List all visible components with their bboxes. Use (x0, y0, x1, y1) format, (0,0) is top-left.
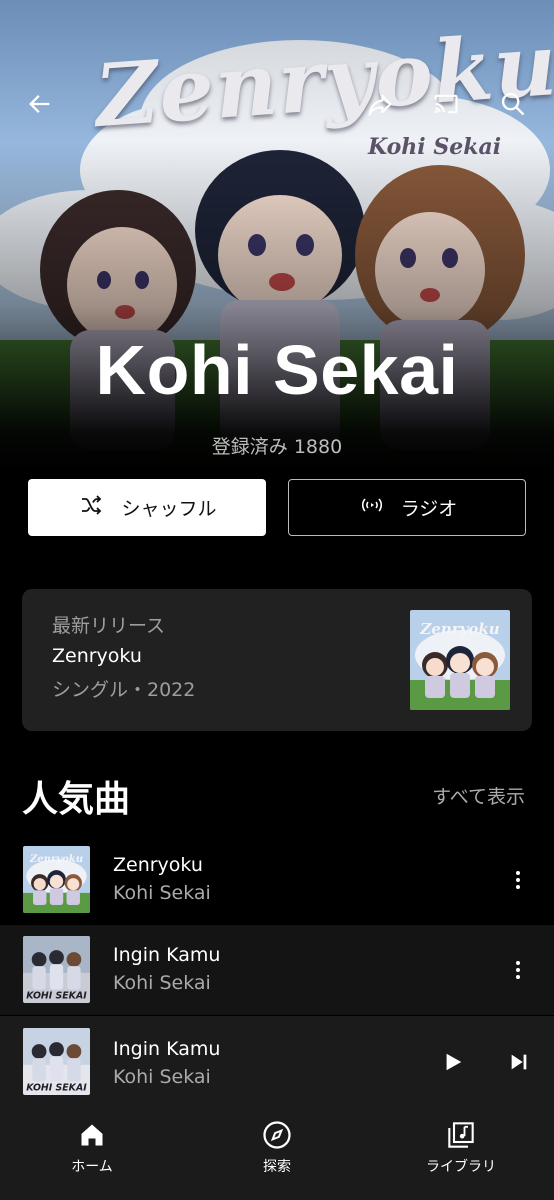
song-cover-text: Zenryoku (29, 854, 83, 865)
banner-logo-subtitle: Kohi Sekai (368, 134, 502, 160)
play-icon[interactable] (437, 1046, 469, 1078)
song-row[interactable]: Zenryoku Zenryoku Kohi Sekai (0, 835, 554, 925)
skip-next-icon[interactable] (503, 1046, 535, 1078)
more-options-icon[interactable] (506, 865, 530, 895)
cast-icon[interactable] (428, 86, 464, 122)
back-arrow-icon[interactable] (22, 86, 58, 122)
nav-label-home: ホーム (71, 1159, 113, 1175)
now-playing-cover-text: KOHI SEKAI (26, 1082, 87, 1093)
artist-banner: Zenryoku Kohi Sekai Kohi Sekai (0, 0, 554, 470)
latest-release-card[interactable]: 最新リリース Zenryoku シングル・2022 Zenryoku (22, 589, 532, 731)
nav-item-home[interactable]: ホーム (32, 1120, 152, 1176)
song-title: Zenryoku (113, 854, 203, 876)
popular-songs-heading: 人気曲 (22, 779, 131, 820)
mini-player[interactable]: KOHI SEKAI Ingin Kamu Kohi Sekai (0, 1016, 554, 1110)
radio-label: ラジオ (400, 498, 458, 520)
now-playing-cover: KOHI SEKAI (23, 1028, 90, 1095)
latest-release-meta: シングル・2022 (52, 679, 196, 701)
latest-release-cover-text: Zenryoku (419, 620, 499, 638)
latest-release-label: 最新リリース (52, 615, 166, 637)
latest-release-title: Zenryoku (52, 645, 142, 667)
shuffle-button[interactable]: シャッフル (28, 479, 266, 536)
home-icon (77, 1120, 107, 1150)
now-playing-title: Ingin Kamu (113, 1038, 221, 1060)
song-cover: KOHI SEKAI (23, 936, 90, 1003)
nav-label-library: ライブラリ (426, 1159, 496, 1175)
song-artist: Kohi Sekai (113, 882, 211, 904)
see-all-link[interactable]: すべて表示 (432, 782, 525, 809)
song-row[interactable]: KOHI SEKAI Ingin Kamu Kohi Sekai (0, 925, 554, 1015)
search-icon[interactable] (495, 86, 531, 122)
artist-name: Kohi Sekai (95, 331, 459, 409)
nav-item-explore[interactable]: 探索 (217, 1120, 337, 1176)
more-options-icon[interactable] (506, 955, 530, 985)
song-cover: Zenryoku (23, 846, 90, 913)
radio-icon (357, 493, 387, 522)
bottom-navigation: ホーム 探索 ライブラリ (0, 1110, 554, 1200)
latest-release-cover: Zenryoku (410, 610, 510, 710)
share-icon[interactable] (362, 86, 398, 122)
shuffle-icon (77, 493, 107, 522)
song-artist: Kohi Sekai (113, 972, 211, 994)
song-title: Ingin Kamu (113, 944, 221, 966)
nav-label-explore: 探索 (263, 1159, 291, 1175)
library-icon (446, 1120, 476, 1150)
now-playing-artist: Kohi Sekai (113, 1066, 211, 1088)
nav-item-library[interactable]: ライブラリ (401, 1120, 521, 1176)
shuffle-label: シャッフル (121, 498, 217, 520)
song-cover-text: KOHI SEKAI (26, 990, 87, 1001)
compass-icon (262, 1120, 292, 1150)
radio-button[interactable]: ラジオ (288, 479, 526, 536)
subscriber-count: 登録済み 1880 (211, 436, 343, 458)
